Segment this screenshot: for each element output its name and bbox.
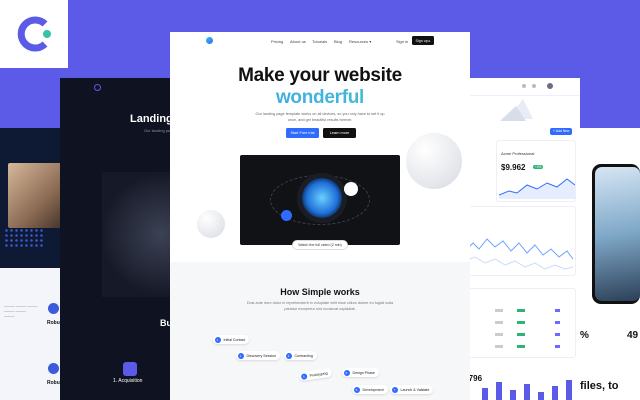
stat-percent: % xyxy=(580,330,589,341)
hero-photo xyxy=(8,163,68,228)
plan-card: Acme Professional $9.962 +2% xyxy=(496,140,576,202)
mobile-footer-text: files, to xyxy=(580,380,619,392)
preview-dashboard: + Add New Acme Professional $9.962 +2% 4… xyxy=(458,78,580,400)
nav-signup-button[interactable]: Sign up ▸ xyxy=(412,36,434,45)
start-trial-button[interactable]: Start Free trial xyxy=(286,128,319,138)
plan-sparkline xyxy=(499,178,575,199)
line-chart xyxy=(465,238,573,270)
feature-title: Robu xyxy=(47,320,60,326)
phone-screen xyxy=(595,167,640,301)
feature-title-2: Robu xyxy=(47,380,60,386)
data-table xyxy=(460,288,576,358)
decorative-sphere-large xyxy=(406,133,462,189)
nav-link-about[interactable]: About us xyxy=(290,39,306,44)
hero-title-line1: Make your website xyxy=(238,65,402,86)
step-3: 3 Contracting xyxy=(284,351,317,360)
line-chart-card xyxy=(460,206,576,276)
dark-acquisition: 1. Acquisition xyxy=(113,378,143,384)
step-7: 7 Launch & Validate xyxy=(390,385,434,394)
video-icon-right xyxy=(344,182,358,196)
brand-logo-icon xyxy=(17,16,51,52)
add-new-button[interactable]: + Add New xyxy=(550,128,572,135)
preview-mobile: % 49 files, to xyxy=(580,128,640,400)
hero-title-line2: wonderful xyxy=(170,87,470,109)
thumb-icon xyxy=(48,303,59,314)
step-4: 4 Prototyping xyxy=(298,367,333,382)
plan-title: Acme Professional xyxy=(501,151,535,156)
plan-price: $9.962 xyxy=(501,163,526,172)
nav-link-blog[interactable]: Blog xyxy=(334,39,342,44)
brand-icon[interactable] xyxy=(206,37,213,44)
how-section: How Simple works Duis aute irure dolor i… xyxy=(170,262,470,400)
dashboard-banner-shapes xyxy=(500,99,533,121)
hero-lead: Our landing page template works on all d… xyxy=(255,112,385,122)
phone-frame xyxy=(592,164,640,304)
nav-link-pricing[interactable]: Pricing xyxy=(271,39,283,44)
decorative-sphere-small xyxy=(197,210,225,238)
learn-more-button[interactable]: Learn more xyxy=(323,128,356,138)
table-rows xyxy=(495,309,560,348)
navbar: Pricing About us Tutorials Blog Resource… xyxy=(170,32,470,50)
how-description: Duis aute irure dolor in reprehenderit i… xyxy=(246,301,394,311)
nav-link-tutorials[interactable]: Tutorials xyxy=(312,39,327,44)
step-2: 2 Discovery Session xyxy=(236,351,281,360)
dot-pattern xyxy=(4,228,44,248)
feature-icon xyxy=(48,363,59,374)
dark-title: Landing xyxy=(130,113,173,125)
brand-logo-tile xyxy=(0,0,68,68)
step-number-icon xyxy=(123,362,137,376)
step-1: 1 Initial Contact xyxy=(213,335,250,344)
nav-signin[interactable]: Sign in xyxy=(396,39,408,44)
watch-video-button[interactable]: Watch the full video (2 min) xyxy=(292,240,348,250)
hero-video[interactable] xyxy=(240,155,400,245)
step-6: 6 Development xyxy=(352,385,388,394)
feature-text: ——— ——— ——— ——— ——— ——— xyxy=(4,304,38,318)
dark-logo-icon xyxy=(94,84,101,91)
how-title: How Simple works xyxy=(280,287,360,297)
bar-chart xyxy=(482,380,572,400)
plan-badge: +2% xyxy=(533,165,544,169)
stat-number: 49 xyxy=(627,330,639,341)
nav-link-resources[interactable]: Resources ▾ xyxy=(349,39,371,44)
video-orb xyxy=(302,178,342,218)
video-icon-left xyxy=(281,210,292,221)
step-5: 5 Design Phase xyxy=(342,368,379,377)
